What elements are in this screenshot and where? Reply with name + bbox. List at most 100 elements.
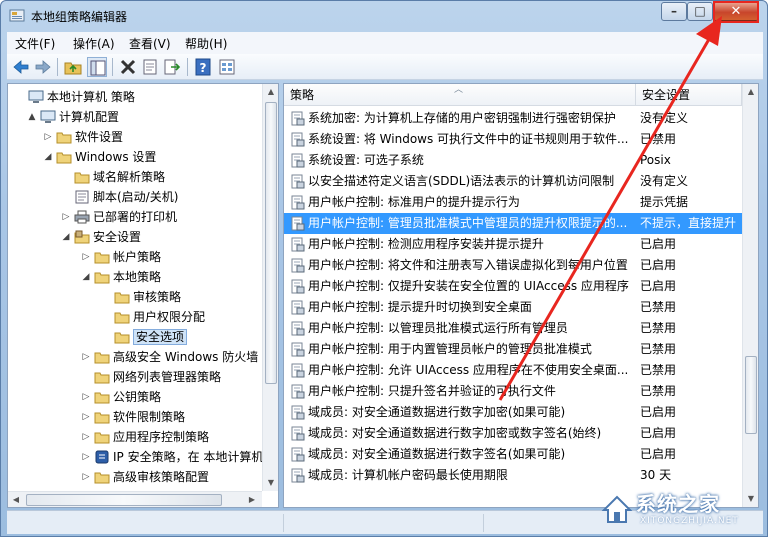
table-row[interactable]: 用户帐户控制: 仅提升安装在安全位置的 UIAccess 应用程序 已启用 xyxy=(284,276,742,297)
expand-toggle-icon[interactable]: ▷ xyxy=(80,347,92,367)
table-row[interactable]: 用户帐户控制: 提示提升时切换到安全桌面 已禁用 xyxy=(284,297,742,318)
table-row[interactable]: 系统加密: 为计算机上存储的用户密钥强制进行强密钥保护 没有定义 xyxy=(284,108,742,129)
tree-item[interactable]: ▷ 软件限制策略 xyxy=(80,407,185,427)
policy-setting: 已启用 xyxy=(640,258,677,272)
security-settings-icon xyxy=(74,230,90,243)
show-hide-tree-icon[interactable] xyxy=(87,57,107,77)
scroll-right-icon[interactable]: ▶ xyxy=(244,492,260,507)
scroll-up-icon[interactable]: ▲ xyxy=(263,84,278,100)
expand-toggle-icon[interactable]: ▷ xyxy=(80,407,92,427)
folder-icon xyxy=(56,152,72,163)
policy-setting: 已禁用 xyxy=(640,363,677,377)
tree-item[interactable]: ▷ 应用程序控制策略 xyxy=(80,427,209,447)
menu-action[interactable]: 操作(A) xyxy=(73,35,115,52)
expand-toggle-icon[interactable]: ◢ xyxy=(60,227,72,247)
toolbar-separator xyxy=(187,58,188,76)
tree-item[interactable]: 本地计算机 策略 xyxy=(14,87,135,107)
close-button-highlight-box xyxy=(713,1,759,23)
view-icon[interactable] xyxy=(217,57,237,77)
help-icon[interactable]: ? xyxy=(193,57,213,77)
expand-toggle-icon[interactable]: ▷ xyxy=(80,467,92,487)
tree-scroll-thumb[interactable] xyxy=(265,102,277,384)
tree-item-label: 计算机配置 xyxy=(59,110,120,124)
menu-help[interactable]: 帮助(H) xyxy=(185,35,227,52)
gpedit-app-icon xyxy=(9,9,25,22)
tree-item[interactable]: ▷ 高级安全 Windows 防火墙 xyxy=(80,347,259,367)
delete-icon[interactable] xyxy=(118,57,138,77)
list-vertical-scrollbar[interactable]: ▲ ▼ xyxy=(742,84,758,507)
tree-item[interactable]: ▷ 已部署的打印机 xyxy=(60,207,177,227)
table-row[interactable]: 系统设置: 将 Windows 可执行文件中的证书规则用于软件... 已禁用 xyxy=(284,129,742,150)
tree-item[interactable]: ◢ 安全设置 xyxy=(60,227,141,247)
table-row[interactable]: 用户帐户控制: 检测应用程序安装并提示提升 已启用 xyxy=(284,234,742,255)
table-row[interactable]: 用户帐户控制: 管理员批准模式中管理员的提升权限提示的... 不提示，直接提升 xyxy=(284,213,742,234)
column-header-setting[interactable]: 安全设置 xyxy=(636,84,742,106)
up-folder-icon[interactable] xyxy=(63,57,83,77)
tree-item[interactable]: ▷ 高级审核策略配置 xyxy=(80,467,209,487)
computer-icon xyxy=(28,90,44,103)
maximize-button[interactable]: □ xyxy=(687,2,713,21)
tree-item[interactable]: ▷ 公钥策略 xyxy=(80,387,161,407)
expand-toggle-icon[interactable]: ▷ xyxy=(60,207,72,227)
policy-name: 用户帐户控制: 以管理员批准模式运行所有管理员 xyxy=(308,321,568,335)
expand-toggle-icon[interactable]: ▷ xyxy=(80,247,92,267)
policy-item-icon xyxy=(291,237,305,252)
tree-item[interactable]: 脚本(启动/关机) xyxy=(60,187,178,207)
tree-item[interactable]: ▷ IP 安全策略，在 本地计算机 xyxy=(80,447,263,467)
table-row[interactable]: 域成员: 对安全通道数据进行数字加密(如果可能) 已启用 xyxy=(284,402,742,423)
table-row[interactable]: 用户帐户控制: 只提升签名并验证的可执行文件 已禁用 xyxy=(284,381,742,402)
tree-horizontal-scrollbar[interactable]: ◀ ▶ xyxy=(8,491,262,507)
expand-toggle-icon[interactable]: ▲ xyxy=(26,107,38,127)
minimize-button[interactable]: – xyxy=(661,2,687,21)
expand-toggle-icon[interactable]: ▷ xyxy=(80,387,92,407)
tree-item[interactable]: 网络列表管理器策略 xyxy=(80,367,221,387)
scroll-down-icon[interactable]: ▼ xyxy=(263,475,278,491)
table-row[interactable]: 系统设置: 可选子系统 Posix xyxy=(284,150,742,171)
table-row[interactable]: 域成员: 计算机帐户密码最长使用期限 30 天 xyxy=(284,465,742,486)
table-row[interactable]: 以安全描述符定义语言(SDDL)语法表示的计算机访问限制 没有定义 xyxy=(284,171,742,192)
tree-item[interactable]: ▷ 帐户策略 xyxy=(80,247,161,267)
tree-item[interactable]: ◢ Windows 设置 xyxy=(42,147,157,167)
table-row[interactable]: 域成员: 对安全通道数据进行数字签名(如果可能) 已启用 xyxy=(284,444,742,465)
tree-item[interactable]: 安全选项 xyxy=(100,327,188,347)
expand-toggle-icon[interactable]: ▷ xyxy=(80,427,92,447)
scroll-left-icon[interactable]: ◀ xyxy=(8,492,24,507)
table-row[interactable]: 用户帐户控制: 标准用户的提升提示行为 提示凭据 xyxy=(284,192,742,213)
expand-toggle-icon[interactable]: ◢ xyxy=(80,267,92,287)
policy-item-icon xyxy=(291,258,305,273)
tree-item[interactable]: 域名解析策略 xyxy=(60,167,165,187)
policy-tree-pane[interactable]: 本地计算机 策略 ▲ 计算机配置 ▷ 软件设置 ◢ Windows 设置 域名解析策略 脚本(启… xyxy=(7,83,279,508)
policy-item-icon xyxy=(291,321,305,336)
policy-setting: 提示凭据 xyxy=(640,195,689,209)
tree-item[interactable]: 用户权限分配 xyxy=(100,307,205,327)
list-scroll-thumb[interactable] xyxy=(745,356,757,434)
title-bar[interactable]: 本地组策略编辑器 – □ ✕ xyxy=(1,1,767,31)
tree-item-label: 已部署的打印机 xyxy=(93,210,178,224)
policy-setting: 已禁用 xyxy=(640,132,677,146)
table-row[interactable]: 用户帐户控制: 用于内置管理员帐户的管理员批准模式 已禁用 xyxy=(284,339,742,360)
table-row[interactable]: 用户帐户控制: 将文件和注册表写入错误虚拟化到每用户位置 已启用 xyxy=(284,255,742,276)
forward-icon[interactable] xyxy=(33,57,53,77)
policy-setting: 没有定义 xyxy=(640,174,689,188)
table-row[interactable]: 用户帐户控制: 允许 UIAccess 应用程序在不使用安全桌面... 已禁用 xyxy=(284,360,742,381)
menu-view[interactable]: 查看(V) xyxy=(129,35,171,52)
scroll-up-icon[interactable]: ▲ xyxy=(743,84,758,100)
tree-item[interactable]: ◢ 本地策略 xyxy=(80,267,161,287)
menu-file[interactable]: 文件(F) xyxy=(15,35,55,52)
export-icon[interactable] xyxy=(162,57,182,77)
tree-item-label: 网络列表管理器策略 xyxy=(113,370,222,384)
table-row[interactable]: 用户帐户控制: 以管理员批准模式运行所有管理员 已禁用 xyxy=(284,318,742,339)
tree-item[interactable]: 审核策略 xyxy=(100,287,181,307)
tree-item[interactable]: ▲ 计算机配置 xyxy=(26,107,119,127)
table-row[interactable]: 域成员: 对安全通道数据进行数字加密或数字签名(始终) 已启用 xyxy=(284,423,742,444)
tree-vertical-scrollbar[interactable]: ▲ ▼ xyxy=(262,84,278,491)
tree-item[interactable]: ▷ 软件设置 xyxy=(42,127,123,147)
expand-toggle-icon[interactable]: ◢ xyxy=(42,147,54,167)
column-header-policy[interactable]: ︿ 策略 xyxy=(284,84,636,106)
expand-toggle-icon[interactable]: ▷ xyxy=(42,127,54,147)
properties-icon[interactable] xyxy=(140,57,160,77)
tree-hscroll-thumb[interactable] xyxy=(26,494,222,506)
expand-toggle-icon[interactable]: ▷ xyxy=(80,447,92,467)
back-icon[interactable] xyxy=(11,57,31,77)
policy-list-pane[interactable]: ︿ 策略 安全设置 系统加密: 为计算机上存储的用户密钥强制进行强密钥保护 没有定… xyxy=(283,83,759,508)
